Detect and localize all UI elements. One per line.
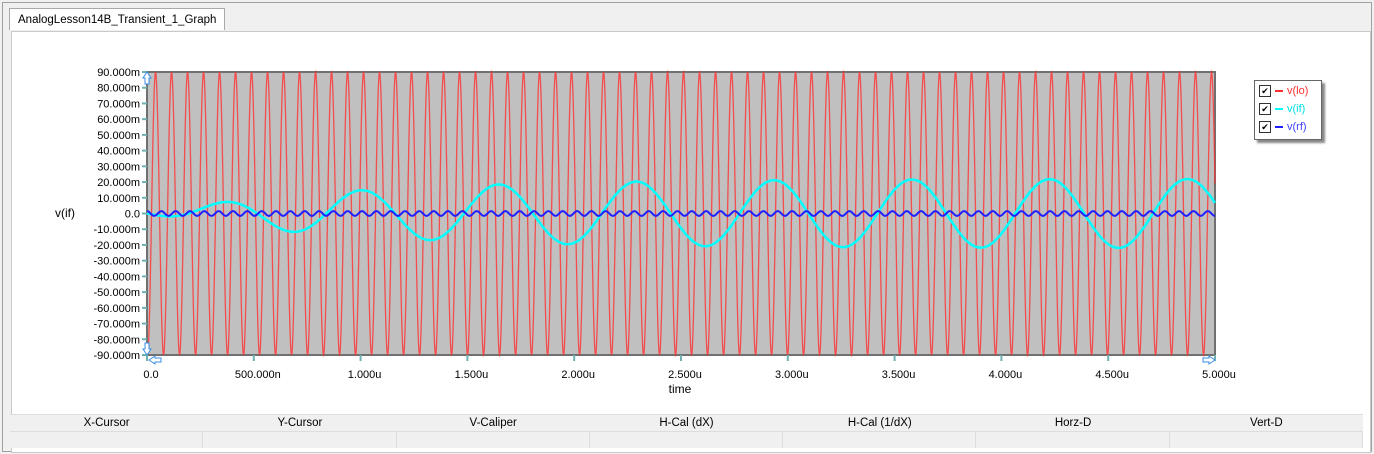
checkbox-checked-icon[interactable]: ✔ [1259, 120, 1271, 133]
x-tick-label: 3.500u [882, 369, 916, 381]
legend: ✔ v(lo) ✔ v(if) ✔ v(rf) [1254, 80, 1322, 140]
legend-label: v(if) [1287, 102, 1306, 115]
y-tick-label: -30.000m [94, 256, 140, 268]
legend-item[interactable]: ✔ v(lo) [1255, 82, 1321, 99]
y-tick-label: 20.000m [97, 177, 140, 189]
cursor-value-cell [590, 432, 784, 448]
y-tick-label: -40.000m [94, 271, 140, 283]
cursor-column-header: Y-Cursor [277, 417, 323, 429]
y-tick-label: 60.000m [97, 114, 140, 126]
legend-item[interactable]: ✔ v(rf) [1255, 118, 1321, 135]
cursor-value-cell [397, 432, 590, 448]
cursor-column-header: Horz-D [1054, 417, 1092, 429]
cursor-column-header: V-Caliper [469, 417, 517, 429]
y-tick-label: 10.000m [97, 193, 140, 205]
x-tick-label: 5.000u [1202, 369, 1236, 381]
legend-swatch [1275, 89, 1283, 92]
cursor-value-cell [976, 432, 1170, 448]
y-tick-label: 70.000m [97, 98, 140, 110]
cursor-value-cell [1170, 432, 1363, 448]
x-tick-label: 1.500u [455, 369, 489, 381]
y-tick-label: -90.000m [94, 350, 140, 362]
x-tick-label: 4.000u [989, 369, 1023, 381]
transient-chart: 90.000m 80.000m 70.000m 60.000m 50.000m 40.00… [55, 67, 1236, 396]
y-tick-label: 0.0 [125, 209, 140, 221]
x-tick-label: 1.000u [348, 369, 382, 381]
tab-graph[interactable]: AnalogLesson14B_Transient_1_Graph [9, 8, 226, 30]
x-tick-label: 4.500u [1095, 369, 1129, 381]
legend-item[interactable]: ✔ v(if) [1255, 100, 1321, 117]
cursor-column-header: H-Cal (dX) [659, 417, 714, 429]
cursor-value-cell [783, 432, 977, 448]
cursor-column-header: X-Cursor [83, 417, 130, 429]
legend-label: v(rf) [1287, 120, 1307, 133]
y-axis-label: v(if) [55, 206, 75, 220]
cursor-column-header: H-Cal (1/dX) [847, 417, 912, 429]
y-tick-label: -70.000m [94, 319, 140, 331]
y-tick-label: -10.000m [94, 224, 140, 236]
x-tick-label: 0.0 [143, 369, 158, 381]
y-tick-label: -80.000m [94, 334, 140, 346]
y-tick-label: 50.000m [97, 130, 140, 142]
y-tick-label: -60.000m [94, 303, 140, 315]
y-tick-label: 40.000m [97, 146, 140, 158]
x-scroll-right-icon[interactable] [1202, 355, 1216, 365]
y-tick-label: -50.000m [94, 287, 140, 299]
legend-swatch [1275, 107, 1283, 110]
x-tick-label: 2.500u [668, 369, 702, 381]
cursor-value-cell [10, 432, 204, 448]
cursor-column-header: Vert-D [1250, 417, 1283, 429]
y-tick-label: 90.000m [97, 67, 140, 79]
checkbox-checked-icon[interactable]: ✔ [1259, 102, 1271, 115]
x-tick-label: 3.000u [775, 369, 809, 381]
y-tick-label: -20.000m [94, 240, 140, 252]
x-tick-label: 2.000u [561, 369, 595, 381]
checkbox-checked-icon[interactable]: ✔ [1259, 84, 1271, 97]
y-tick-label: 80.000m [97, 83, 140, 95]
legend-swatch [1275, 125, 1283, 128]
x-tick-label: 500.000n [235, 369, 281, 381]
y-tick-label: 30.000m [97, 161, 140, 173]
cursor-value-cell [203, 432, 397, 448]
x-scroll-left-icon[interactable] [148, 355, 162, 365]
cursor-table: X-Cursor Y-Cursor V-Caliper H-Cal (dX) H-Cal… [10, 414, 1363, 448]
legend-label: v(lo) [1287, 84, 1309, 97]
x-axis-label: time [669, 382, 692, 396]
